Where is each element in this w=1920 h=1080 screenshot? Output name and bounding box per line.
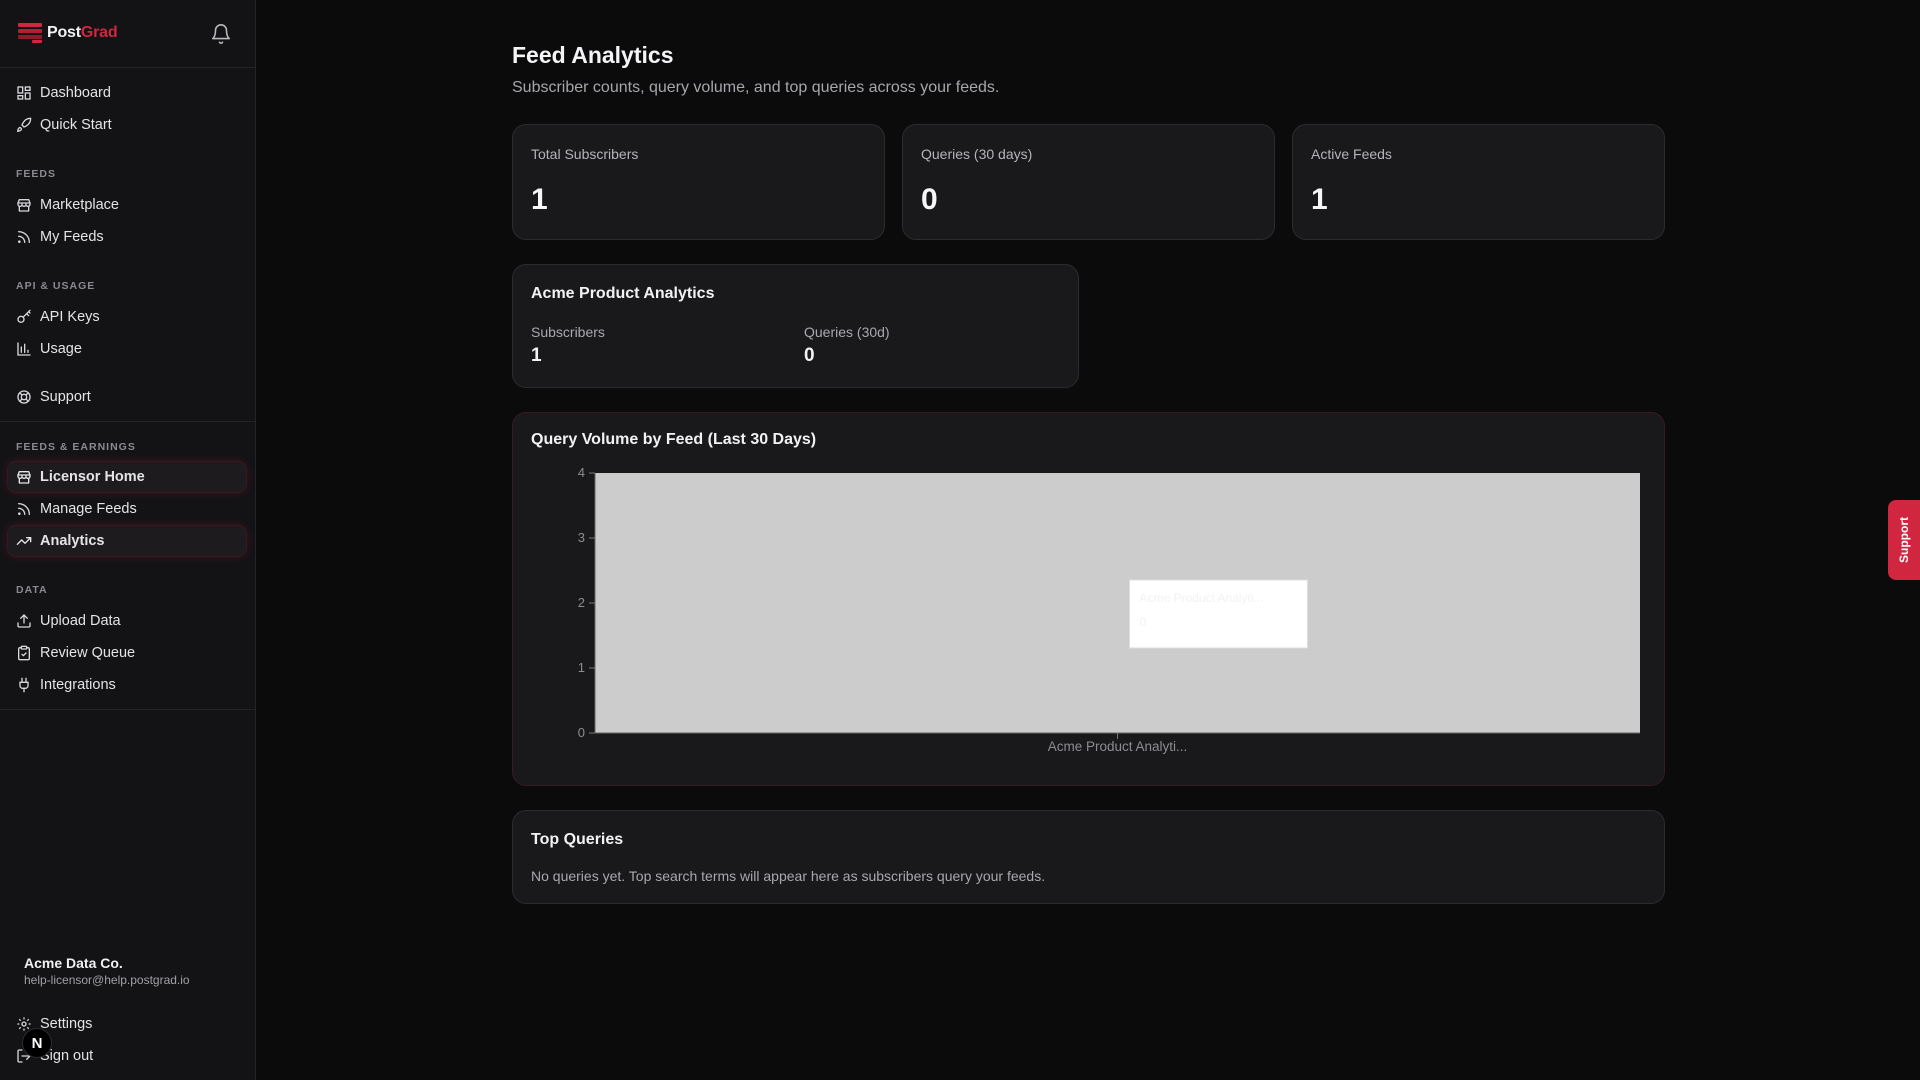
plug-icon (19, 677, 29, 693)
sidebar-item-upload-data[interactable]: Upload Data (8, 606, 246, 636)
section-label-feeds: FEEDS (16, 168, 57, 180)
sidebar-item-label: Quick Start (40, 117, 112, 133)
sidebar-item-integrations[interactable]: Integrations (8, 670, 246, 700)
sidebar-item-label: API Keys (40, 309, 100, 325)
sidebar-item-licensor-home[interactable]: Licensor Home (8, 462, 246, 492)
sidebar-item-review-queue[interactable]: Review Queue (8, 638, 246, 668)
top-queries-title: Top Queries (531, 831, 624, 848)
page-title: Feed Analytics (512, 42, 674, 68)
bar-chart-icon (17, 342, 31, 356)
sidebar: PostGrad Dashboard Quick Start FEEDS Mar… (0, 0, 256, 1080)
section-label-api: API & USAGE (16, 280, 96, 292)
query-volume-chart[interactable]: 0 1 2 3 4 Acme Product Analyti... Acme Product… (513, 413, 1664, 785)
y-tick-label: 2 (578, 595, 585, 610)
sidebar-item-label: Review Queue (40, 645, 136, 661)
brand-name-part2: Grad (80, 24, 118, 41)
sidebar-item-label: Marketplace (40, 197, 119, 213)
sidebar-item-usage[interactable]: Usage (8, 334, 246, 364)
y-tick-label: 3 (578, 530, 585, 545)
stat-value: 0 (921, 183, 938, 216)
sidebar-item-marketplace[interactable]: Marketplace (8, 190, 246, 220)
section-label-data: DATA (16, 584, 48, 596)
sidebar-item-label: Analytics (40, 533, 105, 549)
brand-row: PostGrad (0, 0, 255, 68)
sidebar-item-label: My Feeds (40, 229, 104, 245)
sidebar-item-label: Licensor Home (40, 469, 145, 485)
sidebar-item-label: Dashboard (40, 85, 111, 101)
trending-up-icon (16, 537, 32, 545)
dev-tools-badge[interactable]: N (22, 1028, 52, 1058)
stat-label: Active Feeds (1311, 146, 1392, 162)
sidebar-item-analytics[interactable]: Analytics (8, 526, 246, 556)
feed-title: Acme Product Analytics (531, 285, 715, 302)
feed-subscribers-label: Subscribers (531, 324, 605, 340)
rss-icon (18, 231, 30, 243)
brand-name-part1: Post (47, 24, 81, 41)
top-queries-card: Top Queries No queries yet. Top search t… (512, 810, 1665, 904)
brand-name[interactable]: PostGrad (47, 24, 118, 42)
sidebar-divider (0, 421, 255, 422)
rss-icon (18, 503, 30, 515)
sidebar-item-label: Integrations (40, 677, 116, 693)
rocket-icon (17, 117, 32, 132)
sidebar-item-label: Manage Feeds (40, 501, 137, 517)
tooltip-value: 0 (1140, 615, 1147, 629)
sidebar-item-label: Support (40, 389, 91, 405)
clipboard-icon (18, 645, 30, 661)
key-icon (17, 309, 31, 323)
store-icon (17, 471, 31, 484)
notifications-bell-icon[interactable] (210, 23, 232, 45)
stat-value: 1 (531, 183, 548, 216)
stat-card-queries-30-days: Queries (30 days) 0 (902, 124, 1275, 240)
sidebar-item-api-keys[interactable]: API Keys (8, 302, 246, 332)
y-tick-label: 4 (578, 465, 585, 480)
dashboard-icon (17, 86, 31, 100)
stat-value: 1 (1311, 183, 1328, 216)
feed-queries-value: 0 (804, 345, 815, 366)
sidebar-item-label: Usage (40, 341, 82, 357)
stat-label: Total Subscribers (531, 146, 639, 162)
sidebar-item-my-feeds[interactable]: My Feeds (8, 222, 246, 252)
sidebar-divider (0, 709, 255, 710)
feed-summary-card[interactable]: Acme Product Analytics Subscribers 1 Que… (512, 264, 1079, 388)
sidebar-item-support[interactable]: Support (8, 382, 246, 412)
sidebar-item-label: Settings (40, 1016, 93, 1032)
upload-icon (17, 614, 31, 628)
account-name: Acme Data Co. (24, 955, 123, 971)
support-floating-tab[interactable]: Support (1888, 500, 1920, 580)
lifebuoy-icon (17, 390, 31, 404)
top-queries-empty-text: No queries yet. Top search terms will ap… (531, 868, 1046, 884)
tooltip-category: Acme Product Analyti... (1140, 591, 1264, 605)
sidebar-item-manage-feeds[interactable]: Manage Feeds (8, 494, 246, 524)
sidebar-item-label: Upload Data (40, 613, 121, 629)
support-tab-label: Support (1897, 517, 1911, 563)
stat-card-active-feeds: Active Feeds 1 (1292, 124, 1665, 240)
sidebar-item-quick-start[interactable]: Quick Start (8, 110, 246, 140)
y-tick-label: 1 (578, 660, 585, 675)
page-subtitle: Subscriber counts, query volume, and top… (512, 79, 1000, 96)
stat-label: Queries (30 days) (921, 146, 1033, 162)
account-email: help-licensor@help.postgrad.io (24, 973, 190, 987)
sidebar-item-dashboard[interactable]: Dashboard (8, 78, 246, 108)
query-volume-chart-card: Query Volume by Feed (Last 30 Days) 0123… (512, 412, 1665, 786)
hover-band (595, 473, 1640, 733)
section-label-earnings: FEEDS & EARNINGS (16, 441, 136, 453)
stat-card-total-subscribers: Total Subscribers 1 (512, 124, 885, 240)
postgrad-logo-icon (18, 23, 42, 43)
feed-queries-label: Queries (30d) (804, 324, 890, 340)
y-tick-label: 0 (578, 725, 585, 740)
store-icon (17, 199, 31, 212)
feed-subscribers-value: 1 (531, 345, 542, 366)
x-tick-label: Acme Product Analyti... (1048, 739, 1188, 754)
